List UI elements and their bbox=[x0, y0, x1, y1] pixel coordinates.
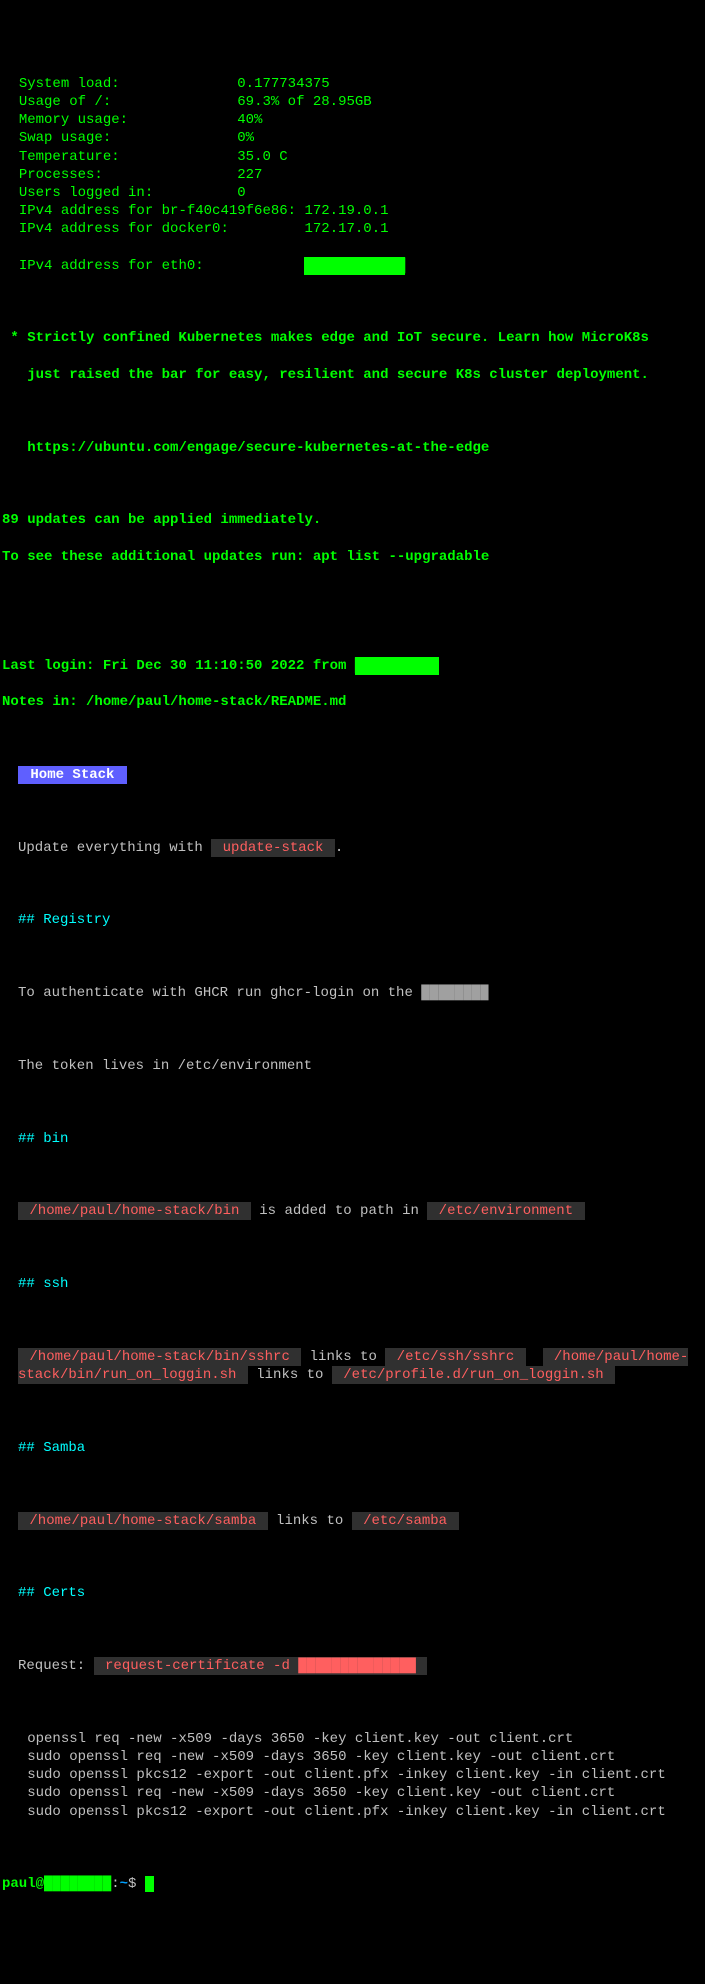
cursor[interactable] bbox=[145, 1876, 154, 1892]
samba-path1: /home/paul/home-stack/samba bbox=[18, 1512, 268, 1530]
heading-registry: ## Registry bbox=[2, 911, 703, 929]
readme-title-row: Home Stack bbox=[2, 766, 703, 784]
ssh-path2: /etc/ssh/sshrc bbox=[385, 1348, 525, 1366]
samba-path2: /etc/samba bbox=[352, 1512, 459, 1530]
updates-line1: 89 updates can be applied immediately. bbox=[2, 511, 703, 529]
heading-samba: ## Samba bbox=[2, 1439, 703, 1457]
ssh-path4: /etc/profile.d/run_on_loggin.sh bbox=[332, 1366, 615, 1384]
redacted-ip: ████████████ bbox=[304, 257, 405, 275]
sys-row: IPv4 address for br-f40c419f6e86: 172.19… bbox=[2, 202, 703, 220]
prompt-host: ████████ bbox=[44, 1876, 111, 1892]
code-line: openssl req -new -x509 -days 3650 -key c… bbox=[2, 1730, 703, 1748]
bin-row: /home/paul/home-stack/bin is added to pa… bbox=[2, 1202, 703, 1220]
redacted-host: ██████████ bbox=[355, 657, 439, 675]
registry-token-row: The token lives in /etc/environment bbox=[2, 1057, 703, 1075]
bin-path: /home/paul/home-stack/bin bbox=[18, 1202, 251, 1220]
sys-row-eth0: IPv4 address for eth0: ████████████ bbox=[2, 257, 703, 275]
motd-line1: * Strictly confined Kubernetes makes edg… bbox=[2, 329, 703, 347]
system-info-block: System load: 0.177734375 Usage of /: 69.… bbox=[2, 75, 703, 239]
code-line: sudo openssl pkcs12 -export -out client.… bbox=[2, 1803, 703, 1821]
heading-bin: ## bin bbox=[2, 1130, 703, 1148]
heading-certs: ## Certs bbox=[2, 1584, 703, 1602]
readme-update-row: Update everything with update-stack . bbox=[2, 839, 703, 857]
registry-text-row: To authenticate with GHCR run ghcr-login… bbox=[2, 984, 703, 1002]
code-line: sudo openssl req -new -x509 -days 3650 -… bbox=[2, 1748, 703, 1766]
ssh-path1: /home/paul/home-stack/bin/sshrc bbox=[18, 1348, 301, 1366]
ssh-row: /home/paul/home-stack/bin/sshrc links to… bbox=[2, 1348, 703, 1384]
sys-row: Swap usage: 0% bbox=[2, 129, 703, 147]
notes-line: Notes in: /home/paul/home-stack/README.m… bbox=[2, 693, 703, 711]
cert-cmd: request-certificate -d ██████████████ bbox=[94, 1657, 428, 1675]
sys-row: System load: 0.177734375 bbox=[2, 75, 703, 93]
samba-row: /home/paul/home-stack/samba links to /et… bbox=[2, 1512, 703, 1530]
sys-row: Users logged in: 0 bbox=[2, 184, 703, 202]
heading-ssh: ## ssh bbox=[2, 1275, 703, 1293]
prompt-path: ~ bbox=[120, 1876, 128, 1892]
sys-row: Usage of /: 69.3% of 28.95GB bbox=[2, 93, 703, 111]
prompt-line[interactable]: paul@████████:~$ bbox=[2, 1875, 703, 1893]
sys-row: IPv4 address for docker0: 172.17.0.1 bbox=[2, 220, 703, 238]
bin-env: /etc/environment bbox=[427, 1202, 584, 1220]
code-line: sudo openssl req -new -x509 -days 3650 -… bbox=[2, 1784, 703, 1802]
redacted-text: ████████ bbox=[421, 985, 488, 1001]
cert-request-row: Request: request-certificate -d ████████… bbox=[2, 1657, 703, 1675]
readme-title: Home Stack bbox=[18, 766, 127, 784]
motd-line2: just raised the bar for easy, resilient … bbox=[2, 366, 703, 384]
sys-row: Processes: 227 bbox=[2, 166, 703, 184]
prompt-user: paul bbox=[2, 1876, 36, 1892]
code-block: openssl req -new -x509 -days 3650 -key c… bbox=[2, 1730, 703, 1821]
motd-url: https://ubuntu.com/engage/secure-kuberne… bbox=[2, 439, 703, 457]
updates-line2: To see these additional updates run: apt… bbox=[2, 548, 703, 566]
sys-label: IPv4 address for eth0: bbox=[2, 258, 204, 274]
last-login-line: Last login: Fri Dec 30 11:10:50 2022 fro… bbox=[2, 657, 703, 675]
sys-row: Temperature: 35.0 C bbox=[2, 148, 703, 166]
sys-row: Memory usage: 40% bbox=[2, 111, 703, 129]
code-line: sudo openssl pkcs12 -export -out client.… bbox=[2, 1766, 703, 1784]
update-stack-cmd: update-stack bbox=[211, 839, 335, 857]
